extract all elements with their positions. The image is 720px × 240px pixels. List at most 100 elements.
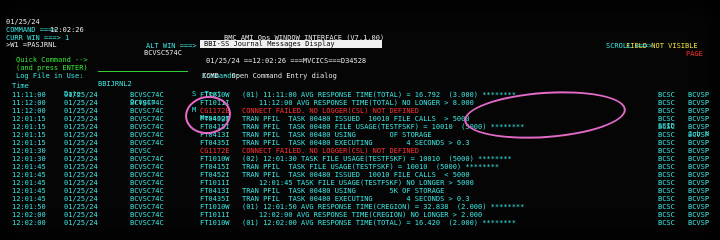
- row-ssid: BCSC: [658, 123, 675, 131]
- row-time: 11:12:00: [12, 99, 46, 107]
- row-message-text: TRAN PFIL TASK 00480 USING OF STORAGE: [242, 131, 432, 139]
- row-message-id: FT1010W: [200, 155, 230, 163]
- row-message-text: (01) 12:01:50 AVG RESPONSE TIME(CREGION)…: [242, 203, 525, 211]
- row-jobname: BCVSP: [688, 163, 710, 171]
- row-jobname: BCVSP: [688, 123, 710, 131]
- row-date: 01/25/24: [64, 179, 98, 187]
- row-origin: BCVSC74C: [130, 179, 164, 187]
- quick-command-hint: (and press ENTER): [16, 64, 88, 72]
- row-ssid: BCSC: [658, 179, 675, 187]
- row-time: 12:01:15: [12, 131, 46, 139]
- row-message-text: TRAN PFIL TASK 00480 ISSUED 10010 FILE C…: [242, 171, 470, 179]
- row-origin: BCVSC74C: [130, 187, 164, 195]
- row-jobname: BCVSP: [688, 139, 710, 147]
- header-line-1: 01/25/24 12:02:26 BMC AMI Ops WINDOW INT…: [6, 10, 698, 50]
- row-ssid: BCSC: [658, 91, 675, 99]
- row-ssid: BCSC: [658, 155, 675, 163]
- row-ssid: BCSC: [658, 107, 675, 115]
- row-ssid: BCSC: [658, 139, 675, 147]
- row-message-text: TRAN PFIL TASK 00480 ISSUED 10010 FILE C…: [242, 115, 470, 123]
- row-date: 01/25/24: [64, 211, 98, 219]
- logfile-value: BBIJRNL2: [98, 80, 132, 88]
- row-jobname: BCVSP: [688, 147, 710, 155]
- xcmd-command[interactable]: XCMD - Open Command Entry dialog: [202, 72, 337, 80]
- row-time: 12:01:15: [12, 115, 46, 123]
- panel-title: BBI-SS Journal Messages Display: [200, 40, 382, 48]
- row-time: 12:02:00: [12, 211, 46, 219]
- row-origin: BCVSC74C: [130, 107, 164, 115]
- row-origin: BCVSC74C: [130, 99, 164, 107]
- header-line-2: COMMAND ===> SCROLL ===> PAGE: [6, 18, 703, 58]
- row-jobname: BCVSP: [688, 195, 710, 203]
- row-jobname: BCVSP: [688, 155, 710, 163]
- row-origin: BCVSC74C: [130, 115, 164, 123]
- panel-title-text: BBI-SS Journal Messages Display: [204, 40, 335, 48]
- row-origin: BCVSC74C: [130, 123, 164, 131]
- row-time: 11:11:00: [12, 91, 46, 99]
- system-name: BCVSC574C: [144, 49, 182, 57]
- row-origin: BCVSC74C: [130, 163, 164, 171]
- row-time: 12:01:50: [12, 203, 46, 211]
- logfile-line: Log File in Use: BBIJRNL2: [6, 64, 132, 88]
- row-message-id: FT0435I: [200, 195, 230, 203]
- row-jobname: BCVSP: [688, 115, 710, 123]
- row-origin: BCVSC74C: [130, 219, 164, 227]
- row-ssid: BCSC: [658, 99, 675, 107]
- text-label-line: S Text: [6, 82, 222, 98]
- scroll-value[interactable]: PAGE: [686, 50, 703, 58]
- row-date: 01/25/24: [64, 155, 98, 163]
- row-origin: BCVSC74C: [130, 139, 164, 147]
- row-time: 11:12:00: [12, 107, 46, 115]
- logfile-label: Log File in Use:: [16, 72, 84, 80]
- row-time: 12:01:45: [12, 195, 46, 203]
- row-message-text: CONNECT FAILED. NO LOGGER(CSL) NOT DEFIN…: [242, 107, 420, 115]
- row-date: 01/25/24: [64, 131, 98, 139]
- row-origin: BCVSC74C: [130, 155, 164, 163]
- row-time: 12:01:45: [12, 163, 46, 171]
- row-origin: BCVSC74C: [130, 131, 164, 139]
- row-origin: BCVSC74C: [130, 91, 164, 99]
- row-jobname: BCVSP: [688, 91, 710, 99]
- row-jobname: BCVSP: [688, 99, 710, 107]
- row-time: 12:02:00: [12, 219, 46, 227]
- row-time: 12:01:45: [12, 171, 46, 179]
- row-jobname: BCVSP: [688, 107, 710, 115]
- row-origin: BCVSC74C: [130, 211, 164, 219]
- row-origin: BCVSC: [130, 147, 152, 155]
- row-time: 12:01:15: [12, 139, 46, 147]
- row-jobname: BCVSP: [688, 179, 710, 187]
- terminal-screen: 01/25/24 12:02:26 BMC AMI Ops WINDOW INT…: [0, 0, 720, 240]
- row-message-id: FT0415I: [200, 163, 230, 171]
- row-date: 01/25/24: [64, 91, 98, 99]
- row-message-id: FT1010W: [200, 203, 230, 211]
- row-ssid: BCSC: [658, 195, 675, 203]
- row-message-text: (01) 11:11:00 AVG RESPONSE TIME(TOTAL) =…: [242, 91, 516, 99]
- row-message-id: FT1011I: [200, 211, 230, 219]
- row-time: 12:01:30: [12, 147, 46, 155]
- header-line-4: >W1 =PASJRNL BCVSC574C 01/25/24 ==12:02:…: [6, 33, 366, 65]
- row-date: 01/25/24: [64, 115, 98, 123]
- row-message-text: 12:02:00 AVG RESPONSE TIME(CREGION) NO L…: [242, 211, 483, 219]
- row-time: 12:01:30: [12, 155, 46, 163]
- row-message-text: TRAN PFIL TASK 00480 USING 5K OF STORAGE: [242, 187, 445, 195]
- row-date: 01/25/24: [64, 219, 98, 227]
- row-message-text: (02) 12:01:30 TASK FILE USAGE(TESTFSKF) …: [242, 155, 512, 163]
- row-ssid: BCSC: [658, 147, 675, 155]
- row-message-id: FT0452I: [200, 171, 230, 179]
- row-message-text: 12:01:45 TASK FILE USAGE(TESTFSKF) NO LO…: [242, 179, 474, 187]
- scroll-label: SCROLL ===>: [606, 42, 653, 50]
- row-message-id: FT0435I: [200, 139, 230, 147]
- row-message-id: FT1011I: [200, 179, 230, 187]
- row-ssid: BCSC: [658, 211, 675, 219]
- row-jobname: BCVSP: [688, 203, 710, 211]
- row-date: 01/25/24: [64, 187, 98, 195]
- row-ssid: BCSC: [658, 131, 675, 139]
- quick-command-input[interactable]: [98, 64, 188, 72]
- row-message-text: CONNECT FAILED. NO LOGGER(CSL) NOT DEFIN…: [242, 147, 420, 155]
- row-jobname: BCVSP: [688, 171, 710, 179]
- row-date: 01/25/24: [64, 203, 98, 211]
- row-date: 01/25/24: [64, 163, 98, 171]
- row-message-id: FT0413I: [200, 187, 230, 195]
- row-jobname: BCVSP: [688, 211, 710, 219]
- row-ssid: BCSC: [658, 171, 675, 179]
